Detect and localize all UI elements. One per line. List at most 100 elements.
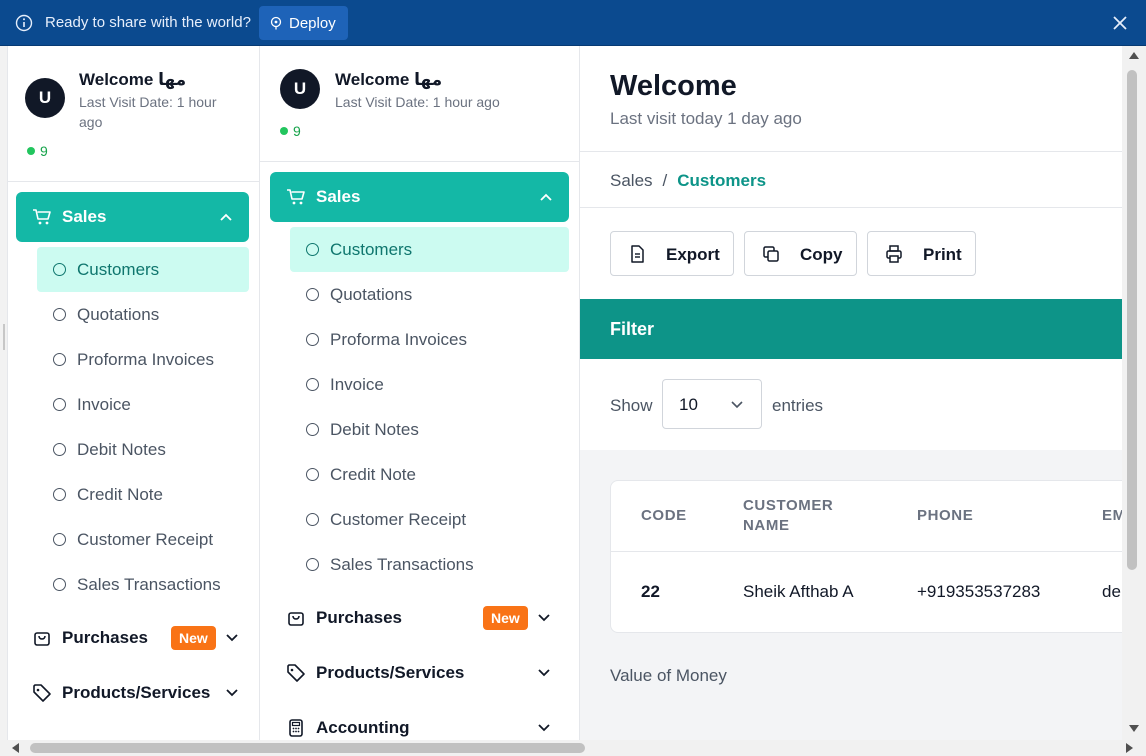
- close-icon[interactable]: [1112, 15, 1128, 31]
- subitem-label: Debit Notes: [77, 440, 166, 459]
- sidebar-subitem-invoice[interactable]: Invoice: [37, 382, 249, 427]
- vertical-scrollbar[interactable]: [1122, 46, 1146, 740]
- document-icon: [631, 245, 644, 263]
- sidebar-panel-left: U Welcome مها Last Visit Date: 1 hour ag…: [8, 46, 260, 740]
- circle-icon: [53, 353, 66, 366]
- print-label: Print: [923, 245, 962, 264]
- subitem-label: Proforma Invoices: [330, 330, 467, 349]
- print-button[interactable]: Print: [867, 231, 976, 276]
- sidebar-subitem-customer-receipt[interactable]: Customer Receipt: [37, 517, 249, 562]
- copy-button[interactable]: Copy: [744, 231, 857, 276]
- sidebar-subitem-customers[interactable]: Customers: [290, 227, 569, 272]
- sidebar-item-label: Products/Services: [316, 663, 465, 682]
- sidebar-subitem-invoice[interactable]: Invoice: [290, 362, 569, 407]
- scroll-right-icon[interactable]: [1126, 743, 1133, 753]
- chevron-down-icon: [538, 669, 550, 677]
- column-header-phone[interactable]: PHONE: [917, 481, 1037, 551]
- sidebar-item-label: Products/Services: [62, 683, 211, 702]
- sidebar-subitem-customer-receipt[interactable]: Customer Receipt: [290, 497, 569, 542]
- main-content: Welcome Last visit today 1 day ago Sales…: [580, 46, 1122, 740]
- subitem-label: Invoice: [330, 375, 384, 394]
- circle-icon: [306, 378, 319, 391]
- breadcrumb: Sales / Customers: [610, 171, 766, 191]
- subitem-label: Credit Note: [77, 485, 163, 504]
- circle-icon: [306, 423, 319, 436]
- scroll-down-icon[interactable]: [1129, 725, 1139, 732]
- copy-icon: [763, 246, 779, 262]
- column-header-email[interactable]: EM: [1102, 481, 1122, 551]
- last-visit-text: Last Visit Date: 1 hour ago: [335, 94, 500, 110]
- chevron-down-icon: [538, 724, 550, 732]
- circle-icon: [306, 513, 319, 526]
- subitem-label: Invoice: [77, 395, 131, 414]
- bag-icon: [34, 632, 50, 646]
- resize-handle[interactable]: [3, 324, 5, 350]
- sidebar-item-purchases[interactable]: Purchases New: [16, 618, 249, 658]
- sidebar-item-products-services[interactable]: Products/Services: [16, 673, 249, 713]
- online-count: 9: [293, 123, 301, 139]
- circle-icon: [306, 558, 319, 571]
- circle-icon: [53, 578, 66, 591]
- chevron-down-icon: [226, 634, 238, 642]
- entries-select[interactable]: 10: [662, 379, 762, 429]
- sidebar-item-sales[interactable]: Sales: [16, 192, 249, 242]
- scroll-up-icon[interactable]: [1129, 52, 1139, 59]
- tag-icon: [33, 684, 51, 702]
- deploy-button[interactable]: Deploy: [259, 6, 348, 40]
- filter-label: Filter: [610, 319, 655, 339]
- export-label: Export: [666, 245, 720, 264]
- banner-text: Ready to share with the world?: [45, 14, 251, 31]
- sidebar-subitem-quotations[interactable]: Quotations: [37, 292, 249, 337]
- online-status: 9: [27, 143, 48, 159]
- chevron-down-icon: [538, 614, 550, 622]
- sidebar-subitem-proforma-invoices[interactable]: Proforma Invoices: [290, 317, 569, 362]
- sidebar-subitem-sales-transactions[interactable]: Sales Transactions: [37, 562, 249, 607]
- breadcrumb-parent[interactable]: Sales: [610, 171, 653, 191]
- filter-bar[interactable]: Filter: [580, 299, 1122, 359]
- page-subtitle: Last visit today 1 day ago: [610, 109, 802, 128]
- circle-icon: [53, 533, 66, 546]
- sidebar-item-label: Sales: [316, 187, 361, 206]
- horizontal-scrollbar[interactable]: [0, 740, 1146, 756]
- calculator-icon: [289, 719, 303, 737]
- sidebar-item-sales[interactable]: Sales: [270, 172, 569, 222]
- sidebar-item-products-services[interactable]: Products/Services: [270, 653, 569, 693]
- sidebar-subitem-customers[interactable]: Customers: [37, 247, 249, 292]
- user-block: U Welcome مها Last Visit Date: 1 hour ag…: [260, 46, 579, 162]
- circle-icon: [53, 488, 66, 501]
- subitem-label: Quotations: [330, 285, 413, 304]
- user-block: U Welcome مها Last Visit Date: 1 hour ag…: [8, 46, 259, 182]
- breadcrumb-separator: /: [662, 171, 668, 190]
- sidebar-subitem-proforma-invoices[interactable]: Proforma Invoices: [37, 337, 249, 382]
- sidebar-subitem-sales-transactions[interactable]: Sales Transactions: [290, 542, 569, 587]
- printer-icon: [886, 245, 902, 263]
- chevron-down-icon: [731, 401, 743, 409]
- sidebar-item-purchases[interactable]: Purchases New: [270, 598, 569, 638]
- export-button[interactable]: Export: [610, 231, 734, 276]
- sidebar-subitem-credit-note[interactable]: Credit Note: [290, 452, 569, 497]
- avatar[interactable]: U: [25, 78, 65, 118]
- cell-phone: +919353537283: [917, 582, 1041, 601]
- circle-icon: [53, 308, 66, 321]
- avatar[interactable]: U: [280, 69, 320, 109]
- scroll-left-icon[interactable]: [12, 743, 19, 753]
- sidebar-subitem-debit-notes[interactable]: Debit Notes: [290, 407, 569, 452]
- breadcrumb-current: Customers: [677, 171, 767, 190]
- sidebar-item-accounting[interactable]: Accounting: [270, 708, 569, 740]
- circle-icon: [306, 468, 319, 481]
- divider: [580, 151, 1122, 152]
- scrollbar-thumb[interactable]: [1127, 70, 1137, 570]
- circle-icon: [53, 263, 66, 276]
- deploy-banner: Ready to share with the world? Deploy: [0, 0, 1146, 46]
- sidebar-subitem-credit-note[interactable]: Credit Note: [37, 472, 249, 517]
- sidebar-subitem-quotations[interactable]: Quotations: [290, 272, 569, 317]
- scrollbar-thumb[interactable]: [30, 743, 585, 753]
- sidebar-subitem-debit-notes[interactable]: Debit Notes: [37, 427, 249, 472]
- column-header-code[interactable]: CODE: [641, 481, 731, 551]
- column-header-customer-name[interactable]: CUSTOMER NAME: [743, 481, 853, 551]
- frame-resize-edge[interactable]: [0, 46, 8, 756]
- last-visit-text: Last Visit Date: 1 hour ago: [79, 94, 217, 130]
- subitem-label: Credit Note: [330, 465, 416, 484]
- sidebar-item-label: Purchases: [62, 628, 148, 647]
- welcome-name: Welcome مها: [79, 70, 187, 89]
